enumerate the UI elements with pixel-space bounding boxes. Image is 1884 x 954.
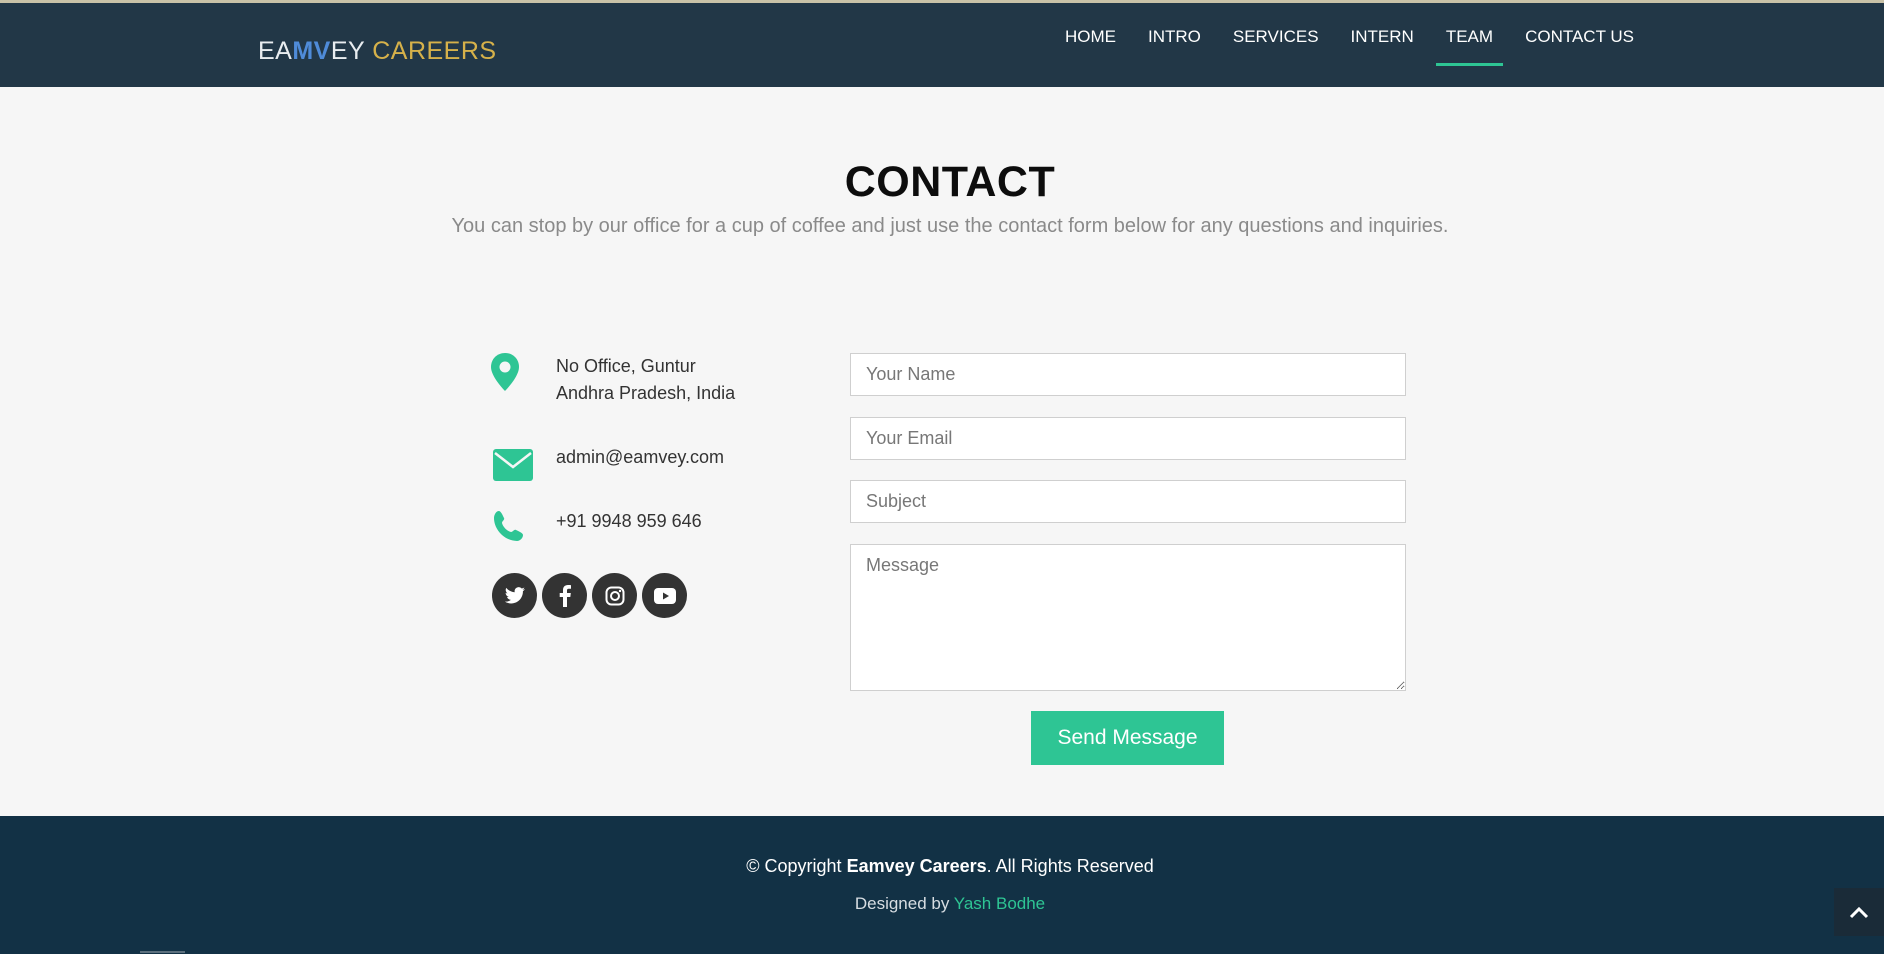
address: No Office, Guntur Andhra Pradesh, India bbox=[556, 353, 735, 407]
copyright-company: Eamvey Careers bbox=[846, 856, 987, 876]
footer-divider bbox=[140, 951, 185, 953]
message-textarea[interactable] bbox=[850, 544, 1406, 691]
designed-by-label: Designed by bbox=[854, 894, 954, 913]
logo[interactable]: EAMVEY CAREERS bbox=[258, 37, 497, 66]
phone-icon bbox=[492, 509, 534, 551]
nav-intern[interactable]: INTERN bbox=[1351, 0, 1414, 79]
map-pin-icon bbox=[489, 352, 531, 394]
send-message-button[interactable]: Send Message bbox=[1031, 711, 1224, 765]
email-input[interactable] bbox=[850, 417, 1406, 460]
site-footer: © Copyright Eamvey Careers. All Rights R… bbox=[0, 816, 1884, 954]
nav-team[interactable]: TEAM bbox=[1435, 0, 1504, 79]
address-line-2: Andhra Pradesh, India bbox=[556, 383, 736, 403]
logo-text-start: EA bbox=[258, 37, 293, 65]
credits-text: Designed by Yash Bodhe bbox=[0, 894, 1884, 914]
subject-input[interactable] bbox=[850, 480, 1406, 523]
social-links bbox=[492, 573, 692, 618]
address-line-1: No Office, Guntur bbox=[556, 356, 696, 376]
nav-home[interactable]: HOME bbox=[1065, 0, 1116, 79]
copyright-prefix: © Copyright bbox=[746, 856, 847, 876]
nav-intro[interactable]: INTRO bbox=[1148, 0, 1201, 79]
section-title: CONTACT bbox=[844, 158, 1056, 206]
phone-text[interactable]: +91 9948 959 646 bbox=[556, 508, 702, 535]
back-to-top-button[interactable] bbox=[1834, 888, 1884, 936]
logo-text-end: EY bbox=[330, 37, 365, 65]
nav-services[interactable]: SERVICES bbox=[1233, 0, 1319, 79]
nav-contact-us[interactable]: CONTACT US bbox=[1525, 0, 1634, 79]
copyright-suffix: . All Rights Reserved bbox=[986, 856, 1154, 876]
section-subtitle: You can stop by our office for a cup of … bbox=[451, 215, 1449, 237]
facebook-icon[interactable] bbox=[542, 573, 587, 618]
twitter-icon[interactable] bbox=[492, 573, 537, 618]
main-nav: HOME INTRO SERVICES INTERN TEAM CONTACT … bbox=[1033, 3, 1634, 87]
copyright-text: © Copyright Eamvey Careers. All Rights R… bbox=[0, 856, 1884, 877]
designer-link[interactable]: Yash Bodhe bbox=[954, 894, 1045, 913]
logo-mark: MV bbox=[292, 37, 331, 65]
logo-accent-text: CAREERS bbox=[364, 37, 497, 65]
youtube-icon[interactable] bbox=[642, 573, 687, 618]
chevron-up-icon bbox=[1849, 906, 1869, 919]
site-header: EAMVEY CAREERS HOME INTRO SERVICES INTER… bbox=[0, 0, 1884, 87]
email-text[interactable]: admin@eamvey.com bbox=[556, 444, 724, 471]
envelope-icon bbox=[492, 448, 534, 490]
instagram-icon[interactable] bbox=[592, 573, 637, 618]
name-input[interactable] bbox=[850, 353, 1406, 396]
